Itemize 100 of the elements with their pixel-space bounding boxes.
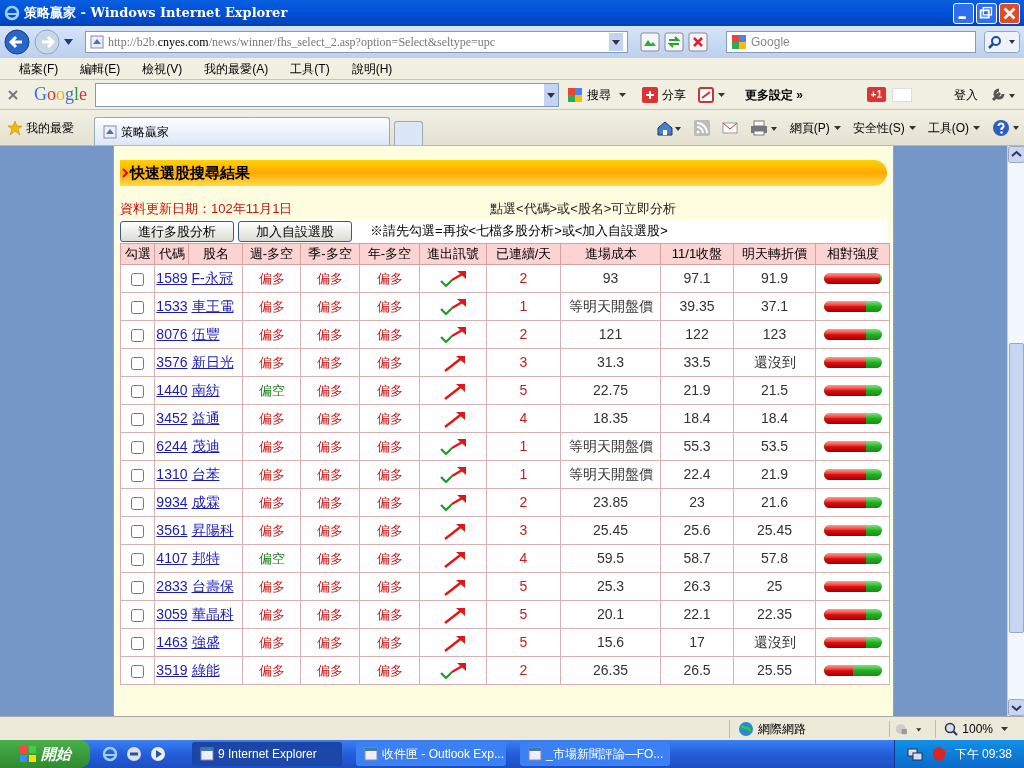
trend-text: 偏多 xyxy=(317,662,343,678)
taskbar-button[interactable]: 收件匣 - Outlook Exp... xyxy=(356,742,506,766)
google-search-field[interactable] xyxy=(95,82,559,107)
search-field[interactable]: Google xyxy=(726,31,976,53)
caret-icon xyxy=(833,125,841,130)
strength-bar xyxy=(823,581,882,592)
vertical-scrollbar[interactable] xyxy=(1007,146,1024,716)
back-button[interactable] xyxy=(4,29,30,55)
days-count: 5 xyxy=(519,578,528,594)
media-player-icon[interactable] xyxy=(150,746,166,762)
search-button[interactable]: 搜尋 xyxy=(567,85,626,104)
price-text: 59.5 xyxy=(596,550,625,566)
row-checkbox[interactable] xyxy=(131,468,144,482)
plus-one-button[interactable]: +1 xyxy=(866,87,886,102)
days-count: 3 xyxy=(519,522,528,538)
google-logo: Google xyxy=(34,83,87,106)
check-arrow-icon xyxy=(439,436,467,457)
more-settings-button[interactable]: 更多設定 » xyxy=(745,85,804,104)
google-icon xyxy=(731,34,748,50)
row-checkbox[interactable] xyxy=(131,552,144,566)
days-count: 5 xyxy=(519,634,528,650)
price-text: 22.75 xyxy=(592,382,628,398)
row-checkbox[interactable] xyxy=(131,440,144,454)
page-icon xyxy=(103,124,117,139)
browser-tab[interactable]: 策略贏家 xyxy=(94,117,390,145)
scroll-down-icon xyxy=(1007,699,1024,716)
taskbar-button[interactable]: 9 Internet Explorer xyxy=(192,742,342,766)
row-checkbox[interactable] xyxy=(131,664,144,678)
print-icon[interactable] xyxy=(749,119,778,136)
action-button[interactable]: 進行多股分析 xyxy=(120,220,234,242)
trend-text: 偏多 xyxy=(317,606,343,622)
column-header: 已連續/天 xyxy=(486,243,561,265)
restore-button[interactable] xyxy=(976,2,997,24)
price-text: 26.3 xyxy=(683,578,711,594)
stop-icon[interactable] xyxy=(688,32,709,52)
check-arrow-icon xyxy=(439,660,467,681)
menu-item[interactable]: 檢視(V) xyxy=(142,59,183,78)
shield-icon xyxy=(930,746,947,762)
clock-text: 下午 09:38 xyxy=(954,746,1012,763)
menu-item[interactable]: 工具(T) xyxy=(290,59,330,78)
days-count: 4 xyxy=(519,410,528,426)
row-checkbox[interactable] xyxy=(131,328,144,342)
command-menu[interactable]: 網頁(P) xyxy=(789,118,841,137)
protected-mode-icon[interactable] xyxy=(889,720,924,737)
price-text: 26.35 xyxy=(592,662,628,678)
compatibility-icon[interactable] xyxy=(640,32,661,52)
row-checkbox[interactable] xyxy=(131,384,144,398)
row-checkbox[interactable] xyxy=(131,580,144,594)
days-count: 2 xyxy=(519,326,528,342)
price-text: 26.5 xyxy=(683,662,711,678)
trend-text: 偏多 xyxy=(376,298,403,314)
command-menu[interactable]: 安全性(S) xyxy=(852,118,916,137)
row-checkbox[interactable] xyxy=(131,300,144,314)
command-menu[interactable]: 工具(O) xyxy=(927,118,980,137)
trend-text: 偏多 xyxy=(376,382,403,398)
trend-text: 偏多 xyxy=(258,578,285,594)
row-checkbox[interactable] xyxy=(131,636,144,650)
row-checkbox[interactable] xyxy=(131,412,144,426)
row-checkbox[interactable] xyxy=(131,272,144,286)
price-text: 22.4 xyxy=(683,466,711,482)
price-text: 15.6 xyxy=(596,634,625,650)
help-icon[interactable] xyxy=(992,118,1020,137)
favorites-button[interactable]: 我的最愛 xyxy=(8,118,74,137)
trend-text: 偏多 xyxy=(317,634,343,650)
search-input[interactable]: Google xyxy=(751,33,971,51)
menu-item[interactable]: 我的最愛(A) xyxy=(204,59,269,78)
plus-icon xyxy=(642,86,658,103)
trend-text: 偏多 xyxy=(376,354,403,370)
close-icon[interactable] xyxy=(8,89,18,100)
search-button[interactable] xyxy=(984,31,1020,53)
dropdown-caret-icon[interactable] xyxy=(64,39,73,45)
trend-text: 偏多 xyxy=(317,494,343,510)
menu-item[interactable]: 編輯(E) xyxy=(80,59,121,78)
zoom-button[interactable]: 100% xyxy=(935,719,1008,738)
refresh-icon[interactable] xyxy=(664,32,685,52)
taskbar-button[interactable]: _市場新聞評論—FO... xyxy=(520,742,670,766)
mail-icon[interactable] xyxy=(721,120,738,135)
row-checkbox[interactable] xyxy=(131,608,144,622)
sign-in-button[interactable]: 登入 xyxy=(954,85,978,104)
price-text: 57.8 xyxy=(760,550,789,566)
row-checkbox[interactable] xyxy=(131,496,144,510)
address-field[interactable]: http://b2b.cnyes.com/news/winner/fhs_select_2.asp?option=Select&seltype=upc xyxy=(85,31,629,53)
trend-text: 偏多 xyxy=(317,466,343,482)
share-button[interactable]: 分享 xyxy=(642,85,686,104)
menu-item[interactable]: 檔案(F) xyxy=(19,59,59,78)
price-text: 39.35 xyxy=(679,298,715,314)
row-checkbox[interactable] xyxy=(131,524,144,538)
translate-button[interactable] xyxy=(698,86,725,103)
home-icon[interactable] xyxy=(655,119,682,136)
price-text: 55.3 xyxy=(683,438,711,454)
minimize-button[interactable] xyxy=(953,2,974,24)
row-checkbox[interactable] xyxy=(131,356,144,370)
price-text: 還沒到 xyxy=(753,354,796,370)
strength-bar xyxy=(823,441,882,452)
column-header: 代碼 xyxy=(154,243,189,265)
menu-item[interactable]: 說明(H) xyxy=(351,59,393,78)
days-count: 1 xyxy=(519,298,528,314)
action-button[interactable]: 加入自設選股 xyxy=(238,220,352,242)
close-button[interactable] xyxy=(999,2,1020,24)
wrench-icon[interactable] xyxy=(990,86,1016,103)
